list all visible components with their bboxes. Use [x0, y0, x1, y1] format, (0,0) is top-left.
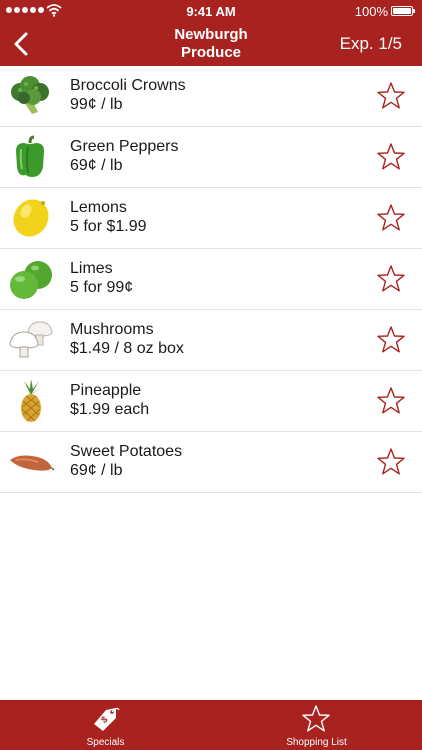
- green-pepper-image: [16, 135, 44, 177]
- pineapple-image: [21, 379, 41, 422]
- sweet-potato-image: [10, 455, 54, 471]
- item-price: 69¢ / lb: [70, 157, 123, 174]
- status-bar: 9:41 AM 100%: [0, 0, 422, 22]
- list-item[interactable]: Pineapple $1.99 each: [0, 371, 422, 432]
- tab-shopping-list[interactable]: Shopping List: [211, 700, 422, 750]
- battery-percent: 100%: [354, 4, 388, 19]
- star-icon[interactable]: [376, 386, 406, 416]
- item-name: Limes: [70, 260, 113, 277]
- item-price: 69¢ / lb: [70, 462, 123, 479]
- item-name: Pineapple: [70, 382, 142, 399]
- expiration-date: Exp. 1/5: [339, 34, 402, 53]
- star-icon[interactable]: [376, 325, 406, 355]
- battery-icon: [391, 6, 415, 16]
- star-icon[interactable]: [376, 203, 406, 233]
- limes-image: [10, 261, 52, 299]
- lemon-image: [13, 199, 49, 237]
- list-item[interactable]: Sweet Potatoes 69¢ / lb: [0, 432, 422, 493]
- star-icon[interactable]: [376, 447, 406, 477]
- star-icon[interactable]: [376, 142, 406, 172]
- page-title-line2: Produce: [180, 44, 241, 61]
- list-item[interactable]: Broccoli Crowns 99¢ / lb: [0, 66, 422, 127]
- list-item[interactable]: Mushrooms $1.49 / 8 oz box: [0, 310, 422, 371]
- list-item[interactable]: Limes 5 for 99¢: [0, 249, 422, 310]
- star-icon[interactable]: [376, 81, 406, 111]
- tab-bar: $ Specials Shopping List: [0, 700, 422, 750]
- star-icon[interactable]: [376, 264, 406, 294]
- tab-specials[interactable]: $ Specials: [0, 700, 211, 750]
- page-title: Newburgh Produce: [110, 26, 312, 62]
- item-name: Green Peppers: [70, 138, 179, 155]
- item-price: $1.49 / 8 oz box: [70, 340, 184, 357]
- mushrooms-image: [9, 321, 53, 358]
- tab-label: Shopping List: [286, 737, 347, 748]
- list-item[interactable]: Lemons 5 for $1.99: [0, 188, 422, 249]
- item-price: 5 for $1.99: [70, 218, 147, 235]
- broccoli-image: [11, 76, 49, 114]
- item-price: 5 for 99¢: [70, 279, 134, 296]
- nav-header: 9:41 AM 100% Newburgh Produce Exp. 1/5: [0, 0, 422, 66]
- item-name: Sweet Potatoes: [70, 443, 183, 460]
- price-tag-icon: $: [94, 707, 120, 731]
- list-item[interactable]: Green Peppers 69¢ / lb: [0, 127, 422, 188]
- produce-list: Broccoli Crowns 99¢ / lb Green Peppers 6…: [0, 66, 422, 493]
- item-price: 99¢ / lb: [70, 96, 123, 113]
- star-icon: [302, 705, 330, 732]
- tab-label: Specials: [86, 737, 125, 748]
- item-price: $1.99 each: [70, 401, 150, 418]
- item-name: Mushrooms: [70, 321, 154, 338]
- page-title-line1: Newburgh: [174, 26, 248, 43]
- item-name: Lemons: [70, 199, 127, 216]
- item-name: Broccoli Crowns: [70, 77, 186, 94]
- back-chevron-icon[interactable]: [8, 28, 36, 60]
